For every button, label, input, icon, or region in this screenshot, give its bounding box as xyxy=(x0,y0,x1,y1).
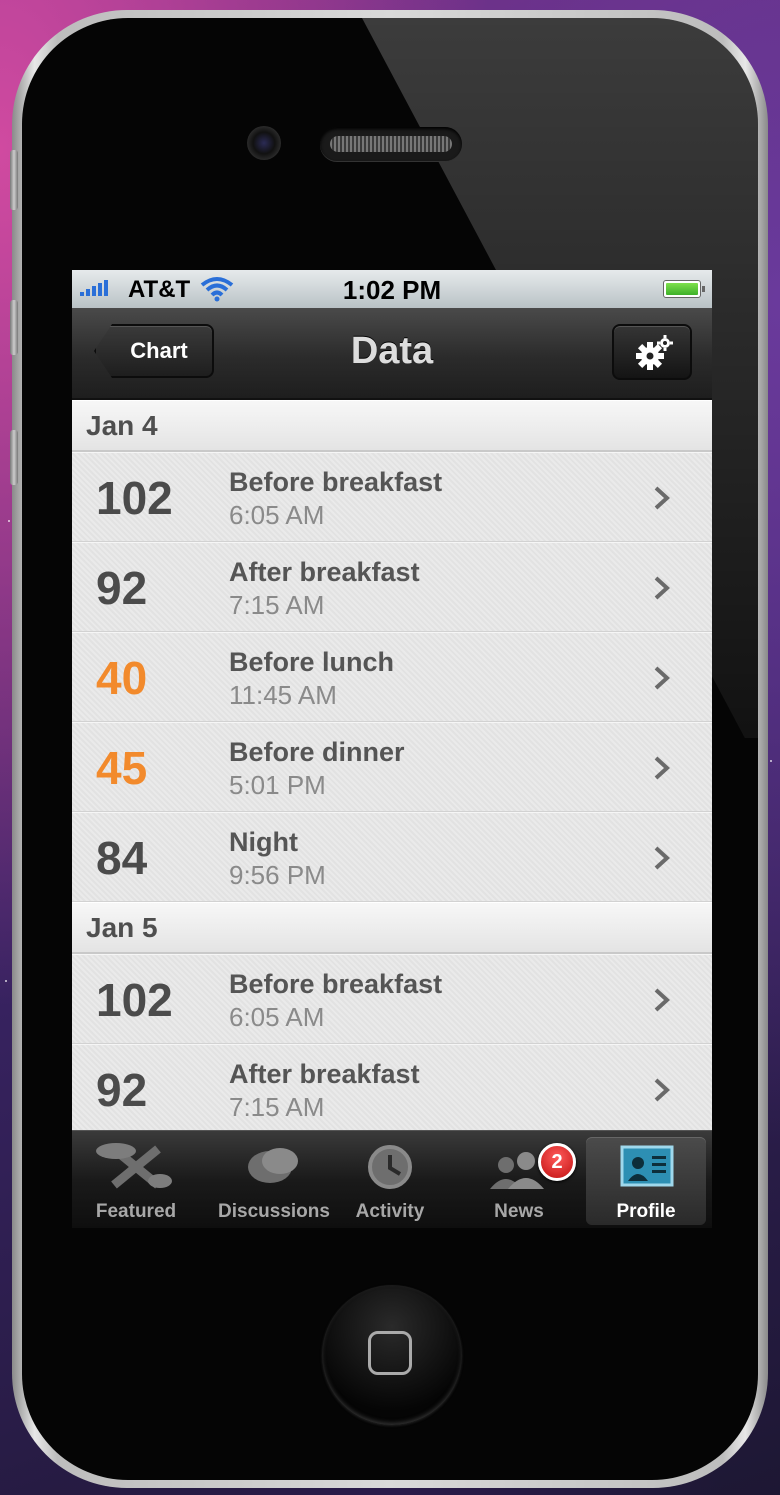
tab-activity[interactable]: Activity xyxy=(338,1137,442,1225)
reading-value: 40 xyxy=(96,652,148,704)
reading-row[interactable]: 92 After breakfast 7:15 AM xyxy=(72,1044,712,1130)
section-header-jan-4: Jan 4 xyxy=(72,400,712,452)
chevron-right-icon xyxy=(654,988,670,1012)
reading-time: 5:01 PM xyxy=(229,770,326,800)
earpiece-speaker xyxy=(320,127,462,161)
tab-discussions[interactable]: Discussions xyxy=(210,1137,338,1225)
screen: AT&T 1:02 PM Chart Data Jan 4 102 Before… xyxy=(72,270,712,1228)
reading-row[interactable]: 40 Before lunch 11:45 AM xyxy=(72,632,712,722)
tab-label: Activity xyxy=(355,1201,425,1222)
navigation-bar: Chart Data xyxy=(72,308,712,400)
volume-up-button xyxy=(10,300,18,355)
reading-time: 6:05 AM xyxy=(229,500,325,530)
tab-label: Featured xyxy=(95,1201,177,1222)
section-header-jan-5: Jan 5 xyxy=(72,902,712,954)
discussions-icon xyxy=(248,1148,298,1183)
reading-value: 92 xyxy=(96,562,148,614)
reading-label: Before dinner xyxy=(229,737,405,767)
reading-row[interactable]: 92 After breakfast 7:15 AM xyxy=(72,542,712,632)
reading-row[interactable]: 84 Night 9:56 PM xyxy=(72,812,712,902)
reading-value: 102 xyxy=(96,974,173,1026)
reading-time: 11:45 AM xyxy=(229,680,337,710)
reading-value: 45 xyxy=(96,742,148,794)
settings-button[interactable] xyxy=(612,324,692,380)
chevron-right-icon xyxy=(654,666,670,690)
clock-time: 1:02 PM xyxy=(342,275,442,305)
readings-list: Jan 4 102 Before breakfast 6:05 AM 92 Af… xyxy=(72,400,712,1130)
chevron-right-icon xyxy=(654,576,670,600)
reading-row[interactable]: 45 Before dinner 5:01 PM xyxy=(72,722,712,812)
reading-label: Before breakfast xyxy=(229,467,443,497)
chevron-right-icon xyxy=(654,1078,670,1102)
reading-time: 6:05 AM xyxy=(229,1002,325,1032)
status-bar: AT&T 1:02 PM xyxy=(72,270,712,308)
tab-bar: Featured Discussions Activity News 2 Pro… xyxy=(72,1130,712,1228)
reading-value: 92 xyxy=(96,1064,148,1116)
reading-label: After breakfast xyxy=(229,1059,420,1089)
chevron-right-icon xyxy=(654,486,670,510)
reading-label: Before lunch xyxy=(229,647,395,677)
tab-featured[interactable]: Featured xyxy=(74,1137,198,1225)
chevron-right-icon xyxy=(654,846,670,870)
reading-value: 84 xyxy=(96,832,148,884)
reading-row[interactable]: 102 Before breakfast 6:05 AM xyxy=(72,452,712,542)
tab-profile[interactable]: Profile xyxy=(586,1137,706,1225)
reading-value: 102 xyxy=(96,472,173,524)
gear-icon xyxy=(636,335,673,370)
chevron-right-icon xyxy=(654,756,670,780)
home-square-icon xyxy=(368,1331,412,1375)
mute-switch xyxy=(10,150,18,210)
clock-icon xyxy=(368,1145,412,1189)
reading-time: 7:15 AM xyxy=(229,590,325,620)
volume-down-button xyxy=(10,430,18,485)
reading-label: Before breakfast xyxy=(229,969,443,999)
news-badge: 2 xyxy=(538,1143,576,1181)
tab-label: News xyxy=(494,1201,544,1222)
battery-icon xyxy=(663,280,705,298)
tab-label: Profile xyxy=(616,1201,676,1222)
featured-icon xyxy=(96,1143,172,1189)
reading-label: Night xyxy=(229,827,298,857)
profile-card-icon xyxy=(620,1145,674,1187)
reading-label: After breakfast xyxy=(229,557,420,587)
reading-row[interactable]: 102 Before breakfast 6:05 AM xyxy=(72,954,712,1044)
reading-time: 7:15 AM xyxy=(229,1092,325,1122)
front-camera xyxy=(247,126,281,160)
tab-label: Discussions xyxy=(218,1201,330,1222)
reading-time: 9:56 PM xyxy=(229,860,326,890)
